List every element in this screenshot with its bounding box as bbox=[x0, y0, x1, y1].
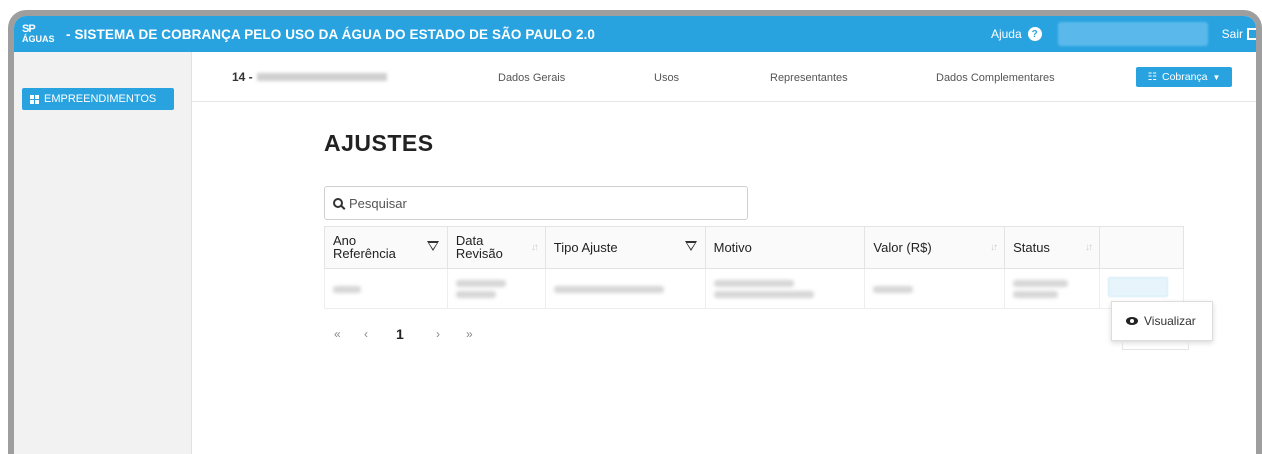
cell-data-revisao bbox=[446, 268, 546, 309]
search-icon bbox=[333, 198, 343, 208]
help-button[interactable]: Ajuda ? bbox=[991, 27, 1042, 41]
column-actions bbox=[1098, 226, 1185, 269]
table-header-row: Ano Referência Data Revisão ↓↑ Tipo Ajus… bbox=[324, 226, 1185, 269]
logo-line1: SP bbox=[22, 23, 36, 35]
column-label: Tipo Ajuste bbox=[553, 240, 618, 255]
user-name-redacted[interactable] bbox=[1057, 22, 1208, 46]
grid-icon bbox=[30, 94, 39, 104]
table-row bbox=[324, 268, 1185, 309]
redacted-value bbox=[713, 279, 794, 287]
sidebar-item-label: EMPREENDIMENTOS bbox=[44, 93, 157, 105]
filter-icon[interactable] bbox=[684, 241, 697, 251]
logout-icon bbox=[1247, 28, 1256, 40]
project-number: 14 - bbox=[232, 70, 253, 84]
redacted-value bbox=[1013, 290, 1059, 298]
sort-icon[interactable]: ↓↑ bbox=[531, 242, 539, 253]
list-check-icon: ☷ bbox=[1147, 71, 1157, 83]
column-data-revisao[interactable]: Data Revisão ↓↑ bbox=[446, 226, 546, 269]
tab-dados-complementares[interactable]: Dados Complementares bbox=[936, 72, 1055, 84]
cell-motivo bbox=[704, 268, 866, 309]
app-window: SP ÁGUAS - SISTEMA DE COBRANÇA PELO USO … bbox=[8, 10, 1262, 454]
sort-icon[interactable]: ↓↑ bbox=[1085, 242, 1093, 253]
top-bar: SP ÁGUAS - SISTEMA DE COBRANÇA PELO USO … bbox=[14, 16, 1256, 52]
help-icon: ? bbox=[1027, 27, 1042, 41]
cell-status bbox=[1004, 268, 1100, 309]
project-name: 14 - bbox=[232, 70, 387, 84]
menu-item-visualizar[interactable]: Visualizar bbox=[1144, 314, 1196, 328]
adjustments-table: Ano Referência Data Revisão ↓↑ Tipo Ajus… bbox=[324, 226, 1185, 309]
column-label: Ano Referência bbox=[333, 233, 396, 261]
column-motivo: Motivo bbox=[704, 226, 866, 269]
sidebar-item-empreendimentos[interactable]: EMPREENDIMENTOS bbox=[22, 88, 174, 110]
search-box[interactable] bbox=[324, 186, 748, 220]
column-label: Valor (R$) bbox=[873, 240, 932, 255]
column-label: Data Revisão bbox=[455, 233, 503, 261]
page-title: AJUSTES bbox=[324, 130, 434, 156]
cobranca-label: Cobrança bbox=[1161, 71, 1208, 83]
column-label: Motivo bbox=[713, 240, 752, 255]
menu-shadow-edge bbox=[1122, 340, 1189, 350]
redacted-value bbox=[1013, 279, 1069, 287]
column-ano-referencia[interactable]: Ano Referência bbox=[324, 226, 448, 269]
project-name-redacted bbox=[256, 73, 387, 81]
column-valor[interactable]: Valor (R$) ↓↑ bbox=[864, 226, 1006, 269]
actions-dropdown-button[interactable] bbox=[1107, 277, 1168, 297]
filter-icon[interactable] bbox=[426, 241, 439, 251]
prev-page-button[interactable]: ‹ bbox=[364, 327, 396, 341]
last-page-button[interactable]: » bbox=[466, 327, 496, 341]
redacted-value bbox=[553, 286, 664, 293]
tab-dados-gerais[interactable]: Dados Gerais bbox=[498, 72, 565, 84]
cobranca-dropdown-button[interactable]: ☷ Cobrança ▼ bbox=[1136, 67, 1232, 87]
cell-ano-referencia bbox=[324, 268, 448, 309]
cell-valor bbox=[864, 268, 1006, 309]
column-status[interactable]: Status ↓↑ bbox=[1004, 226, 1100, 269]
current-page[interactable]: 1 bbox=[396, 326, 436, 342]
pagination: « ‹ 1 › » bbox=[334, 326, 496, 342]
tab-representantes[interactable]: Representantes bbox=[770, 72, 848, 84]
redacted-value bbox=[455, 290, 496, 298]
next-page-button[interactable]: › bbox=[436, 327, 466, 341]
tab-usos[interactable]: Usos bbox=[654, 72, 679, 84]
logout-label: Sair bbox=[1221, 27, 1243, 41]
chevron-down-icon: ▼ bbox=[1212, 72, 1221, 82]
sidebar: EMPREENDIMENTOS bbox=[14, 52, 192, 454]
column-label: Status bbox=[1013, 240, 1050, 255]
search-input[interactable] bbox=[349, 195, 729, 211]
sub-navigation: 14 - Dados Gerais Usos Representantes Da… bbox=[192, 52, 1256, 102]
logout-button[interactable]: Sair bbox=[1222, 27, 1256, 41]
column-tipo-ajuste[interactable]: Tipo Ajuste bbox=[544, 226, 706, 269]
actions-menu: Visualizar bbox=[1111, 301, 1213, 341]
help-label: Ajuda bbox=[990, 27, 1022, 41]
app-title: - SISTEMA DE COBRANÇA PELO USO DA ÁGUA D… bbox=[66, 26, 596, 42]
eye-icon bbox=[1126, 317, 1138, 325]
redacted-value bbox=[873, 286, 914, 293]
redacted-value bbox=[713, 290, 814, 298]
redacted-value bbox=[333, 286, 361, 293]
sort-icon[interactable]: ↓↑ bbox=[990, 242, 998, 253]
redacted-value bbox=[455, 279, 506, 287]
brand-logo[interactable]: SP ÁGUAS bbox=[14, 16, 66, 52]
first-page-button[interactable]: « bbox=[334, 327, 364, 341]
logo-line2: ÁGUAS bbox=[22, 34, 55, 44]
cell-tipo-ajuste bbox=[544, 268, 706, 309]
